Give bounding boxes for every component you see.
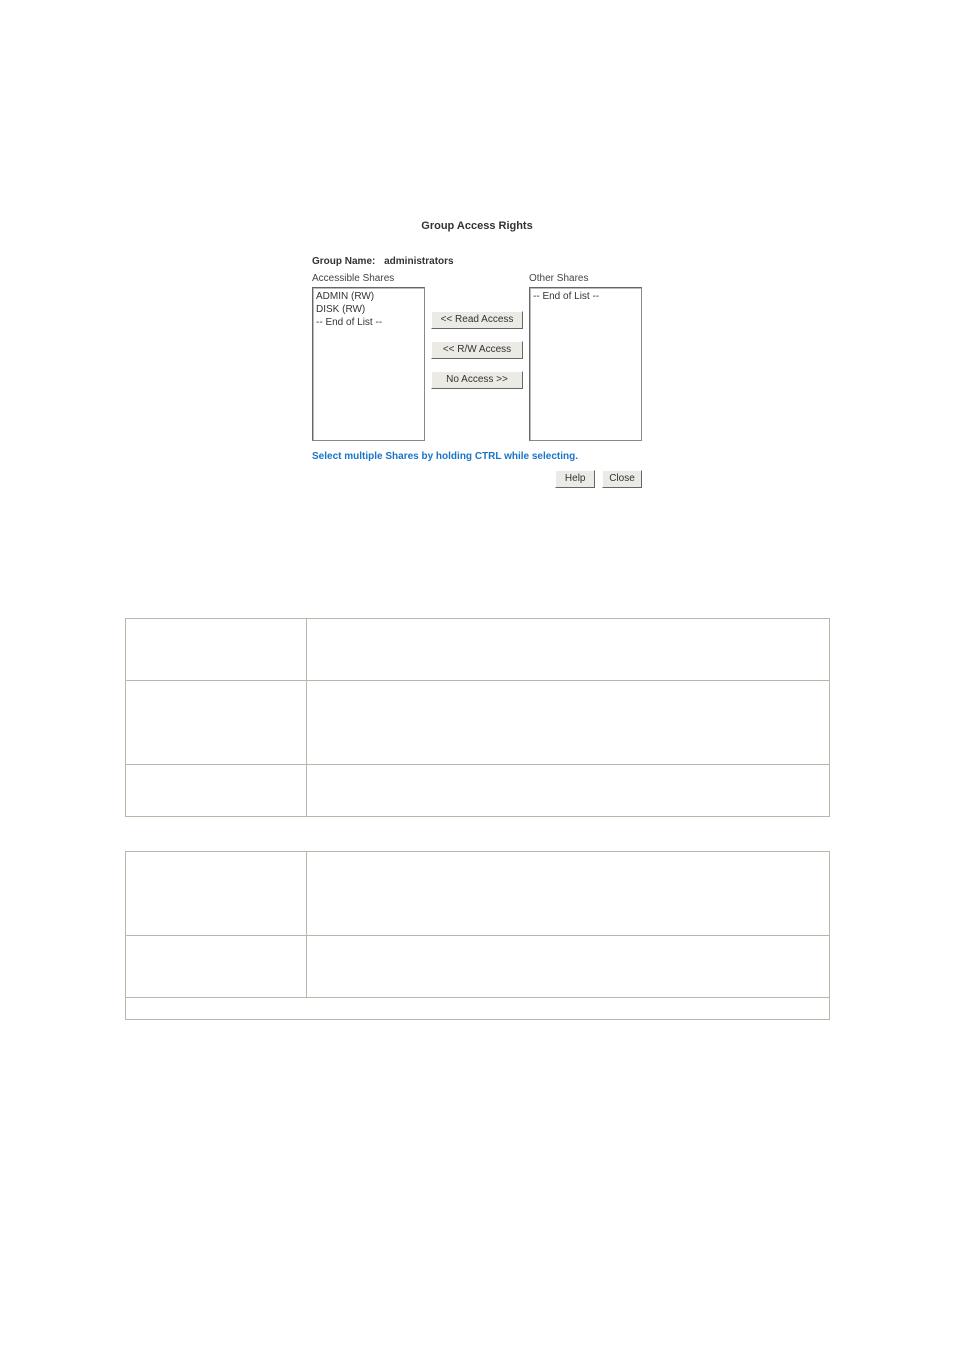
group-name-row: Group Name: administrators [312, 256, 642, 267]
list-item[interactable]: -- End of List -- [316, 316, 421, 329]
accessible-shares-list[interactable]: ADMIN (RW) DISK (RW) -- End of List -- [312, 287, 425, 441]
table-cell [306, 936, 829, 998]
no-access-button[interactable]: No Access >> [431, 371, 523, 389]
close-button[interactable]: Close [602, 470, 642, 488]
other-shares-column: Other Shares -- End of List -- [529, 273, 642, 441]
table-cell [125, 681, 306, 765]
info-table-2 [125, 851, 830, 1020]
table-cell [125, 998, 829, 1020]
info-table-1 [125, 618, 830, 817]
list-item[interactable]: -- End of List -- [533, 290, 638, 303]
read-access-button[interactable]: << Read Access [431, 311, 523, 329]
accessible-shares-label: Accessible Shares [312, 273, 425, 284]
document-tables-area [125, 618, 830, 1020]
help-button[interactable]: Help [555, 470, 595, 488]
group-name-label: Group Name: [312, 256, 375, 267]
group-access-dialog: Group Access Rights Group Name: administ… [0, 220, 954, 488]
list-item[interactable]: ADMIN (RW) [316, 290, 421, 303]
other-shares-label: Other Shares [529, 273, 642, 284]
table-cell [306, 681, 829, 765]
table-cell [125, 619, 306, 681]
rw-access-button[interactable]: << R/W Access [431, 341, 523, 359]
selection-hint: Select multiple Shares by holding CTRL w… [312, 451, 642, 462]
access-buttons-column: << Read Access << R/W Access No Access >… [425, 273, 529, 389]
accessible-shares-column: Accessible Shares ADMIN (RW) DISK (RW) -… [312, 273, 425, 441]
other-shares-list[interactable]: -- End of List -- [529, 287, 642, 441]
table-cell [125, 765, 306, 817]
table-cell [125, 852, 306, 936]
table-cell [125, 936, 306, 998]
list-item[interactable]: DISK (RW) [316, 303, 421, 316]
table-cell [306, 765, 829, 817]
dialog-title: Group Access Rights [0, 220, 954, 232]
group-name-value: administrators [384, 256, 453, 267]
table-cell [306, 619, 829, 681]
table-cell [306, 852, 829, 936]
dialog-bottom-buttons: Help Close [312, 470, 642, 488]
